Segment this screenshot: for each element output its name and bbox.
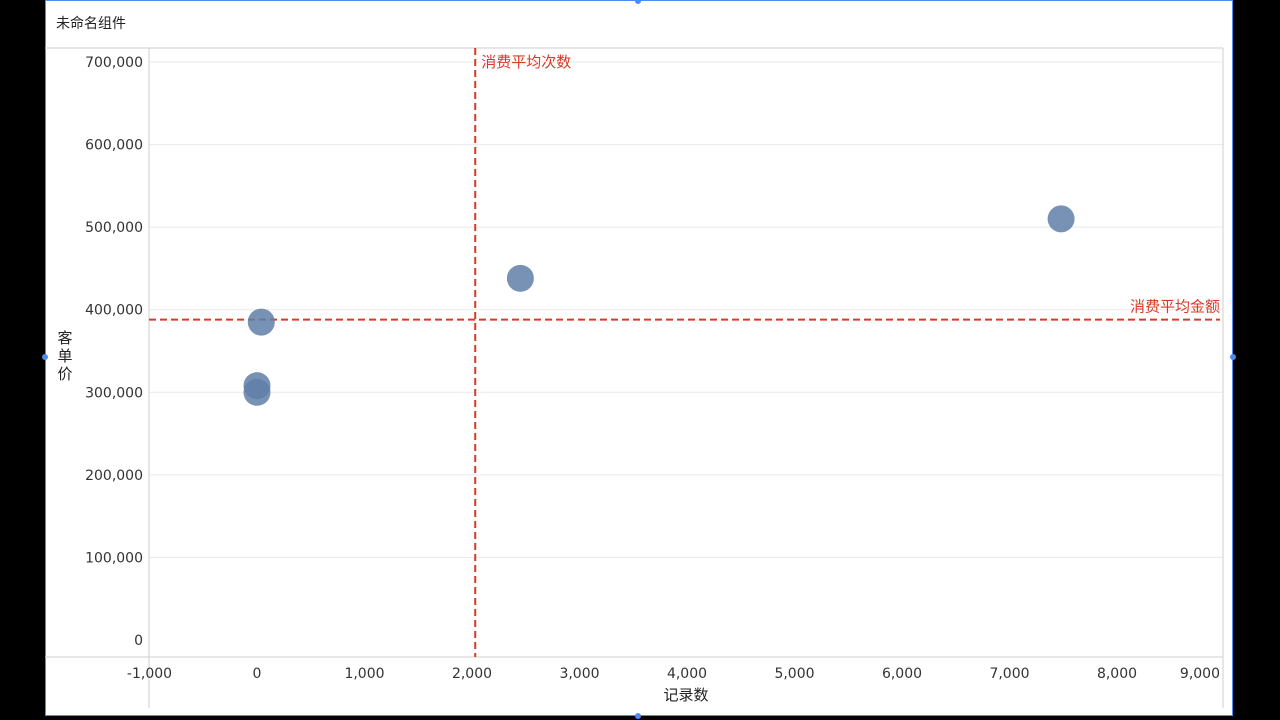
x-tick-label: 5,000 bbox=[774, 666, 814, 682]
y-tick-label: 200,000 bbox=[85, 468, 143, 484]
reference-label-avg-count: 消费平均次数 bbox=[481, 53, 571, 71]
x-tick-label: 4,000 bbox=[667, 666, 707, 682]
x-tick-label: 2,000 bbox=[452, 666, 492, 682]
scatter-chart: 0 100,000 200,000 300,000 400,000 500,000 600,… bbox=[45, 47, 1224, 708]
grid-lines bbox=[149, 61, 1223, 558]
data-point bbox=[247, 308, 275, 336]
data-point bbox=[243, 372, 271, 400]
y-axis-label-char: 客 bbox=[57, 329, 72, 347]
x-tick-label: 1,000 bbox=[344, 666, 384, 682]
y-tick-label: 600,000 bbox=[85, 138, 143, 154]
y-axis-label-char: 单 bbox=[57, 347, 72, 365]
x-tick-label: 8,000 bbox=[1097, 666, 1137, 682]
y-axis-ticks: 0 100,000 200,000 300,000 400,000 500,000 600,… bbox=[85, 55, 143, 649]
reference-lines: 消费平均次数消费平均金额 bbox=[149, 48, 1220, 657]
y-tick-label: 0 bbox=[134, 633, 143, 649]
y-axis-label: 客单价 bbox=[57, 329, 72, 383]
data-points bbox=[243, 205, 1075, 406]
y-tick-label: 400,000 bbox=[85, 303, 143, 319]
x-tick-label: 3,000 bbox=[559, 666, 599, 682]
x-tick-label: 6,000 bbox=[882, 666, 922, 682]
y-tick-label: 500,000 bbox=[85, 220, 143, 236]
y-tick-label: 700,000 bbox=[85, 55, 143, 71]
x-tick-label: 7,000 bbox=[989, 666, 1029, 682]
x-tick-label: -1,000 bbox=[127, 666, 172, 682]
data-point bbox=[1047, 205, 1075, 233]
data-point bbox=[506, 264, 534, 292]
x-axis-ticks: -1,000 0 1,000 2,000 3,000 4,000 5,000 6,000 7,0… bbox=[127, 666, 1220, 682]
x-tick-label: 0 bbox=[253, 666, 262, 682]
reference-label-avg-amount: 消费平均金额 bbox=[1130, 298, 1220, 316]
x-axis-label: 记录数 bbox=[663, 686, 708, 704]
y-tick-label: 100,000 bbox=[85, 550, 143, 566]
x-tick-label: 9,000 bbox=[1180, 666, 1220, 682]
y-axis-label-char: 价 bbox=[57, 365, 72, 383]
y-tick-label: 300,000 bbox=[85, 385, 143, 401]
